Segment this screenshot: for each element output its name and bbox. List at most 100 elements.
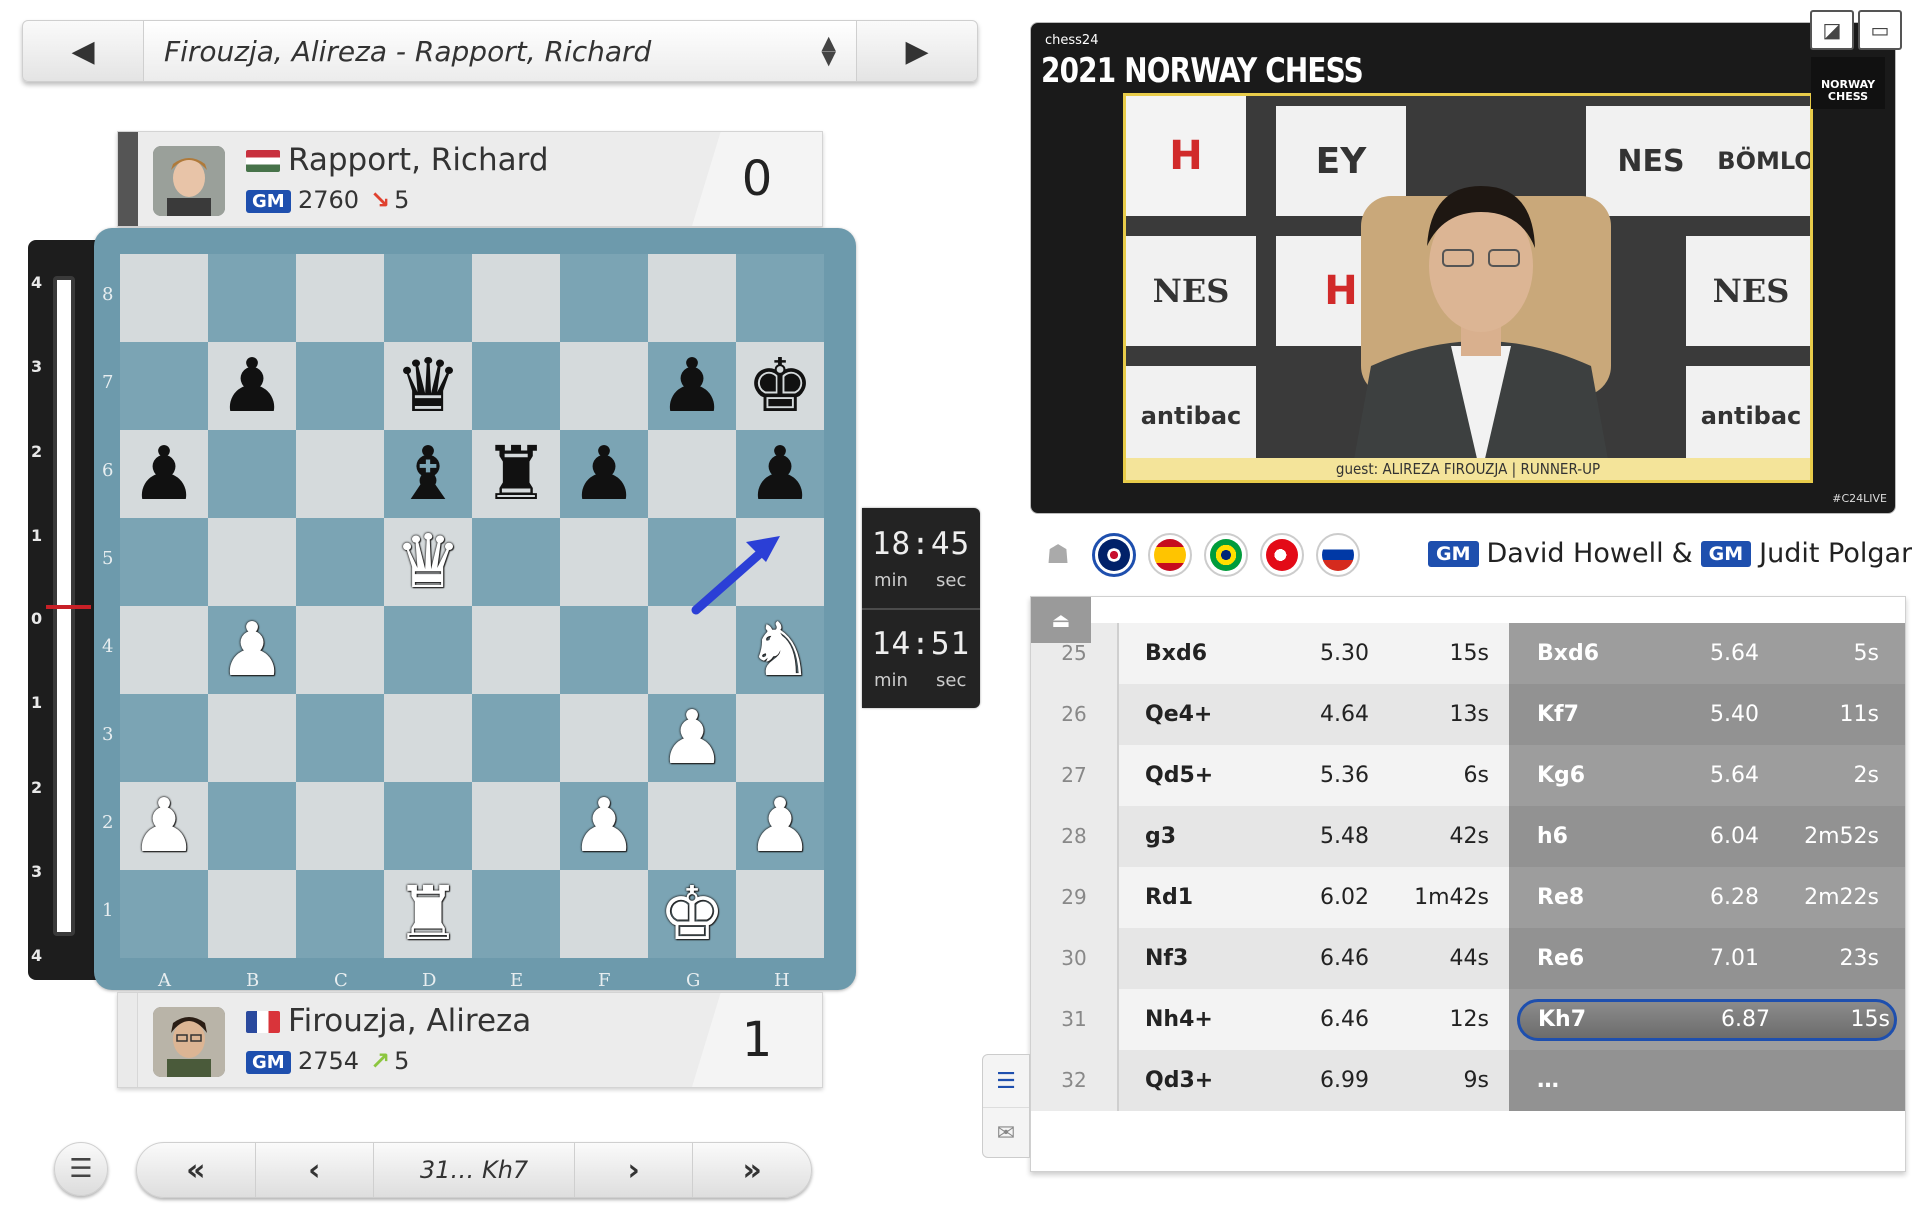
square-d1[interactable]: ♜ bbox=[384, 870, 472, 958]
white-king-icon[interactable]: ♚ bbox=[659, 877, 725, 951]
square-d4[interactable] bbox=[384, 606, 472, 694]
fullscreen-icon[interactable]: ▭ bbox=[1858, 10, 1902, 50]
black-pawn-icon[interactable]: ♟ bbox=[219, 349, 285, 423]
chessboard[interactable]: ♟ ♛ ♟ ♚ ♟ ♝ ♜ ♟ ♟ ♛ ♟ ♞ ♟ ♟ ♟ ♟ ♜ ♚ bbox=[120, 254, 824, 958]
square-b4[interactable]: ♟ bbox=[208, 606, 296, 694]
square-e1[interactable] bbox=[472, 870, 560, 958]
black-move[interactable]: Kh7 bbox=[1520, 1007, 1660, 1032]
square-e6[interactable]: ♜ bbox=[472, 430, 560, 518]
square-f5[interactable] bbox=[560, 518, 648, 606]
square-b3[interactable] bbox=[208, 694, 296, 782]
black-move[interactable]: Kg6 bbox=[1509, 763, 1649, 788]
square-h3[interactable] bbox=[736, 694, 824, 782]
square-e2[interactable] bbox=[472, 782, 560, 870]
square-g7[interactable]: ♟ bbox=[648, 342, 736, 430]
square-b7[interactable]: ♟ bbox=[208, 342, 296, 430]
square-e8[interactable] bbox=[472, 254, 560, 342]
square-b1[interactable] bbox=[208, 870, 296, 958]
white-move[interactable]: Nf3 bbox=[1119, 946, 1259, 971]
menu-button[interactable]: ☰ bbox=[54, 1142, 108, 1196]
black-move-cell[interactable]: Re6 7.01 23s bbox=[1509, 928, 1905, 989]
square-b8[interactable] bbox=[208, 254, 296, 342]
square-e5[interactable] bbox=[472, 518, 560, 606]
square-e3[interactable] bbox=[472, 694, 560, 782]
black-queen-icon[interactable]: ♛ bbox=[395, 349, 461, 423]
popout-icon[interactable]: ◪ bbox=[1810, 10, 1854, 50]
square-b2[interactable] bbox=[208, 782, 296, 870]
russia-flag-icon[interactable] bbox=[1316, 533, 1360, 577]
white-pawn-icon[interactable]: ♟ bbox=[219, 613, 285, 687]
white-move[interactable]: Qd5+ bbox=[1119, 763, 1259, 788]
white-pawn-icon[interactable]: ♟ bbox=[131, 789, 197, 863]
square-a4[interactable] bbox=[120, 606, 208, 694]
game-select-dropdown[interactable]: Firouzja, Alireza - Rapport, Richard ▲ ▼ bbox=[143, 21, 857, 81]
white-move-cell[interactable]: Qd3+ 6.99 9s bbox=[1119, 1050, 1509, 1111]
square-h4[interactable]: ♞ bbox=[736, 606, 824, 694]
square-c8[interactable] bbox=[296, 254, 384, 342]
white-move[interactable]: Qd3+ bbox=[1119, 1068, 1259, 1093]
square-c3[interactable] bbox=[296, 694, 384, 782]
turkey-flag-icon[interactable] bbox=[1260, 533, 1304, 577]
black-pawn-icon[interactable]: ♟ bbox=[571, 437, 637, 511]
black-move-cell[interactable]: Bxd6 5.64 5s bbox=[1509, 623, 1905, 684]
square-e4[interactable] bbox=[472, 606, 560, 694]
white-knight-icon[interactable]: ♞ bbox=[747, 613, 813, 687]
square-d7[interactable]: ♛ bbox=[384, 342, 472, 430]
square-b6[interactable] bbox=[208, 430, 296, 518]
square-d6[interactable]: ♝ bbox=[384, 430, 472, 518]
white-pawn-icon[interactable]: ♟ bbox=[747, 789, 813, 863]
previous-move-button[interactable]: ‹ bbox=[256, 1143, 375, 1197]
black-pawn-icon[interactable]: ♟ bbox=[131, 437, 197, 511]
white-rook-icon[interactable]: ♜ bbox=[395, 877, 461, 951]
white-move[interactable]: Nh4+ bbox=[1119, 1007, 1259, 1032]
square-b5[interactable] bbox=[208, 518, 296, 606]
spanish-flag-icon[interactable] bbox=[1148, 533, 1192, 577]
white-queen-icon[interactable]: ♛ bbox=[395, 525, 461, 599]
square-g1[interactable]: ♚ bbox=[648, 870, 736, 958]
square-g3[interactable]: ♟ bbox=[648, 694, 736, 782]
white-move[interactable]: Rd1 bbox=[1119, 885, 1259, 910]
first-move-button[interactable]: « bbox=[137, 1143, 256, 1197]
white-move-cell[interactable]: Nf3 6.46 44s bbox=[1119, 928, 1509, 989]
theatre-icon[interactable]: ☗ bbox=[1036, 533, 1080, 577]
black-bishop-icon[interactable]: ♝ bbox=[395, 437, 461, 511]
square-g6[interactable] bbox=[648, 430, 736, 518]
chat-tab-icon[interactable]: ✉ bbox=[983, 1107, 1029, 1159]
square-g4[interactable] bbox=[648, 606, 736, 694]
english-flag-icon[interactable] bbox=[1092, 533, 1136, 577]
square-a7[interactable] bbox=[120, 342, 208, 430]
black-move[interactable]: Kf7 bbox=[1509, 702, 1649, 727]
last-move-button[interactable]: » bbox=[693, 1143, 811, 1197]
square-c2[interactable] bbox=[296, 782, 384, 870]
square-c4[interactable] bbox=[296, 606, 384, 694]
scroll-up-button[interactable]: ⏏ bbox=[1031, 597, 1091, 643]
square-d5[interactable]: ♛ bbox=[384, 518, 472, 606]
square-d2[interactable] bbox=[384, 782, 472, 870]
white-pawn-icon[interactable]: ♟ bbox=[659, 701, 725, 775]
black-move[interactable]: … bbox=[1509, 1068, 1649, 1093]
square-h6[interactable]: ♟ bbox=[736, 430, 824, 518]
black-move[interactable]: Re8 bbox=[1509, 885, 1649, 910]
black-rook-icon[interactable]: ♜ bbox=[483, 437, 549, 511]
next-game-button[interactable]: ▶ bbox=[857, 21, 977, 81]
square-a1[interactable] bbox=[120, 870, 208, 958]
black-king-icon[interactable]: ♚ bbox=[747, 349, 813, 423]
brazil-flag-icon[interactable] bbox=[1204, 533, 1248, 577]
square-h5[interactable] bbox=[736, 518, 824, 606]
square-f6[interactable]: ♟ bbox=[560, 430, 648, 518]
moves-list-tab-icon[interactable]: ☰ bbox=[983, 1055, 1029, 1107]
square-f1[interactable] bbox=[560, 870, 648, 958]
square-h7[interactable]: ♚ bbox=[736, 342, 824, 430]
square-a5[interactable] bbox=[120, 518, 208, 606]
square-f8[interactable] bbox=[560, 254, 648, 342]
square-a2[interactable]: ♟ bbox=[120, 782, 208, 870]
square-f7[interactable] bbox=[560, 342, 648, 430]
white-move-cell[interactable]: Rd1 6.02 1m42s bbox=[1119, 867, 1509, 928]
white-move[interactable]: Bxd6 bbox=[1119, 641, 1259, 666]
black-move-cell[interactable]: Kf7 5.40 11s bbox=[1509, 684, 1905, 745]
square-e7[interactable] bbox=[472, 342, 560, 430]
square-h8[interactable] bbox=[736, 254, 824, 342]
square-f4[interactable] bbox=[560, 606, 648, 694]
square-a6[interactable]: ♟ bbox=[120, 430, 208, 518]
square-c7[interactable] bbox=[296, 342, 384, 430]
